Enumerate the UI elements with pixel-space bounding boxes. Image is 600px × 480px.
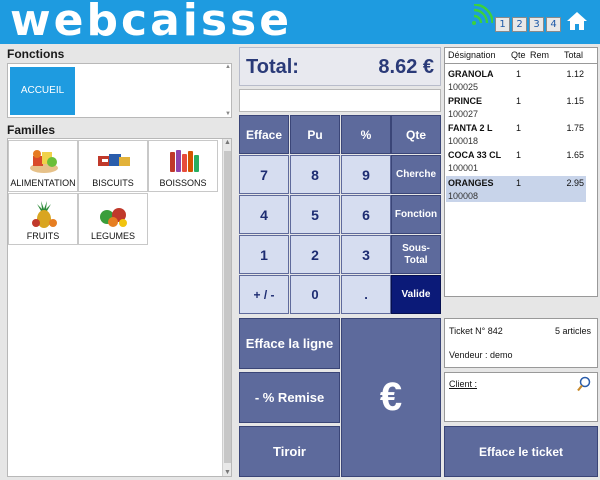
tiroir-button[interactable]: Tiroir <box>239 426 340 477</box>
efface-key[interactable]: Efface <box>239 115 289 154</box>
register-tab-4[interactable]: 4 <box>546 17 561 32</box>
plus-minus-key[interactable]: + / - <box>239 275 289 314</box>
ticket-number: Ticket N° 842 <box>449 326 503 336</box>
item-name: COCA 33 CL <box>448 150 502 160</box>
home-icon[interactable] <box>566 11 588 31</box>
entry-input[interactable] <box>239 89 441 112</box>
register-tab-1[interactable]: 1 <box>495 17 510 32</box>
key-6[interactable]: 6 <box>341 195 391 234</box>
percent-key[interactable]: % <box>341 115 391 154</box>
item-total: 1.15 <box>566 96 584 106</box>
famille-alimentation[interactable]: ALIMENTATION <box>8 140 78 192</box>
key-2[interactable]: 2 <box>290 235 340 274</box>
app-logo: webcaisse <box>10 0 293 46</box>
item-name: ORANGES <box>448 178 494 188</box>
famille-label: ALIMENTATION <box>10 178 76 188</box>
famille-label: BISCUITS <box>92 178 134 188</box>
app-header: webcaisse 1 2 3 4 <box>0 0 600 44</box>
biscuits-icon <box>98 154 130 166</box>
item-name: GRANOLA <box>448 69 494 79</box>
famille-label: BOISSONS <box>159 178 207 188</box>
fonction-key[interactable]: Fonction <box>391 195 441 234</box>
ticket-row[interactable]: PRINCE 1 1.15 100027 <box>446 94 586 120</box>
fonctions-scrollbar[interactable]: ▲ ▼ <box>224 64 231 117</box>
item-total: 1.65 <box>566 150 584 160</box>
famille-fruits[interactable]: FRUITS <box>8 193 78 245</box>
pu-key[interactable]: Pu <box>290 115 340 154</box>
famille-boissons[interactable]: BOISSONS <box>148 140 218 192</box>
item-qty: 1 <box>516 123 522 133</box>
qte-key[interactable]: Qte <box>391 115 441 154</box>
famille-label: LEGUMES <box>90 231 135 241</box>
col-total: Total <box>564 50 584 60</box>
key-8[interactable]: 8 <box>290 155 340 194</box>
item-code: 100008 <box>448 191 479 201</box>
item-name: FANTA 2 L <box>448 123 493 133</box>
item-qty: 1 <box>516 178 522 188</box>
col-designation: Désignation <box>448 50 496 60</box>
decimal-key[interactable]: . <box>341 275 391 314</box>
col-rem: Rem <box>530 50 550 60</box>
efface-ligne-button[interactable]: Efface la ligne <box>239 318 340 369</box>
key-3[interactable]: 3 <box>341 235 391 274</box>
familles-label: Familles <box>7 123 56 137</box>
col-qte: Qte <box>511 50 526 60</box>
cherche-key[interactable]: Cherche <box>391 155 441 194</box>
ticket-row-selected[interactable]: ORANGES 1 2.95 100008 <box>446 176 586 202</box>
ticket-row[interactable]: COCA 33 CL 1 1.65 100001 <box>446 148 586 174</box>
wifi-icon <box>472 4 493 25</box>
sous-total-line2: Total <box>404 254 428 266</box>
item-total: 1.12 <box>566 69 584 79</box>
key-4[interactable]: 4 <box>239 195 289 234</box>
register-tab-3[interactable]: 3 <box>529 17 544 32</box>
ticket-header-divider <box>445 63 597 64</box>
famille-legumes[interactable]: LEGUMES <box>78 193 148 245</box>
client-label: Client : <box>449 379 478 389</box>
total-display: Total: 8.62 € <box>239 47 441 86</box>
familles-scrollbar[interactable]: ▲ ▼ <box>222 139 231 476</box>
item-qty: 1 <box>516 96 522 106</box>
item-qty: 1 <box>516 69 522 79</box>
item-code: 100025 <box>448 82 479 92</box>
item-qty: 1 <box>516 150 522 160</box>
register-tab-2[interactable]: 2 <box>512 17 527 32</box>
pineapple-icon <box>32 201 57 228</box>
famille-label: FRUITS <box>26 231 60 241</box>
fonctions-label: Fonctions <box>7 47 65 61</box>
drinks-icon <box>170 150 199 172</box>
item-code: 100018 <box>448 136 479 146</box>
valide-key[interactable]: Valide <box>391 275 441 314</box>
sous-total-line1: Sous- <box>402 242 430 254</box>
item-code: 100027 <box>448 109 479 119</box>
client-panel[interactable]: Client : <box>444 372 598 422</box>
key-0[interactable]: 0 <box>290 275 340 314</box>
pay-euro-button[interactable]: € <box>341 318 441 477</box>
food-icon <box>30 150 58 173</box>
ticket-info-panel: Ticket N° 842 5 articles Vendeur : demo <box>444 318 598 368</box>
total-label: Total: <box>246 56 299 78</box>
famille-biscuits[interactable]: BISCUITS <box>78 140 148 192</box>
key-5[interactable]: 5 <box>290 195 340 234</box>
ticket-row[interactable]: GRANOLA 1 1.12 100025 <box>446 67 586 93</box>
scrollbar-thumb[interactable] <box>224 151 231 463</box>
item-total: 1.75 <box>566 123 584 133</box>
accueil-button[interactable]: ACCUEIL <box>10 67 75 115</box>
key-7[interactable]: 7 <box>239 155 289 194</box>
key-9[interactable]: 9 <box>341 155 391 194</box>
efface-ticket-button[interactable]: Efface le ticket <box>444 426 598 477</box>
item-total: 2.95 <box>566 178 584 188</box>
vegetables-icon <box>100 208 127 227</box>
item-name: PRINCE <box>448 96 483 106</box>
article-count: 5 articles <box>554 326 591 336</box>
remise-button[interactable]: - % Remise <box>239 372 340 423</box>
search-client-icon[interactable] <box>577 376 591 392</box>
vendeur-label: Vendeur : demo <box>449 350 513 360</box>
sous-total-key[interactable]: Sous- Total <box>391 235 441 274</box>
key-1[interactable]: 1 <box>239 235 289 274</box>
item-code: 100001 <box>448 163 479 173</box>
ticket-row[interactable]: FANTA 2 L 1 1.75 100018 <box>446 121 586 147</box>
total-value: 8.62 € <box>378 56 434 78</box>
